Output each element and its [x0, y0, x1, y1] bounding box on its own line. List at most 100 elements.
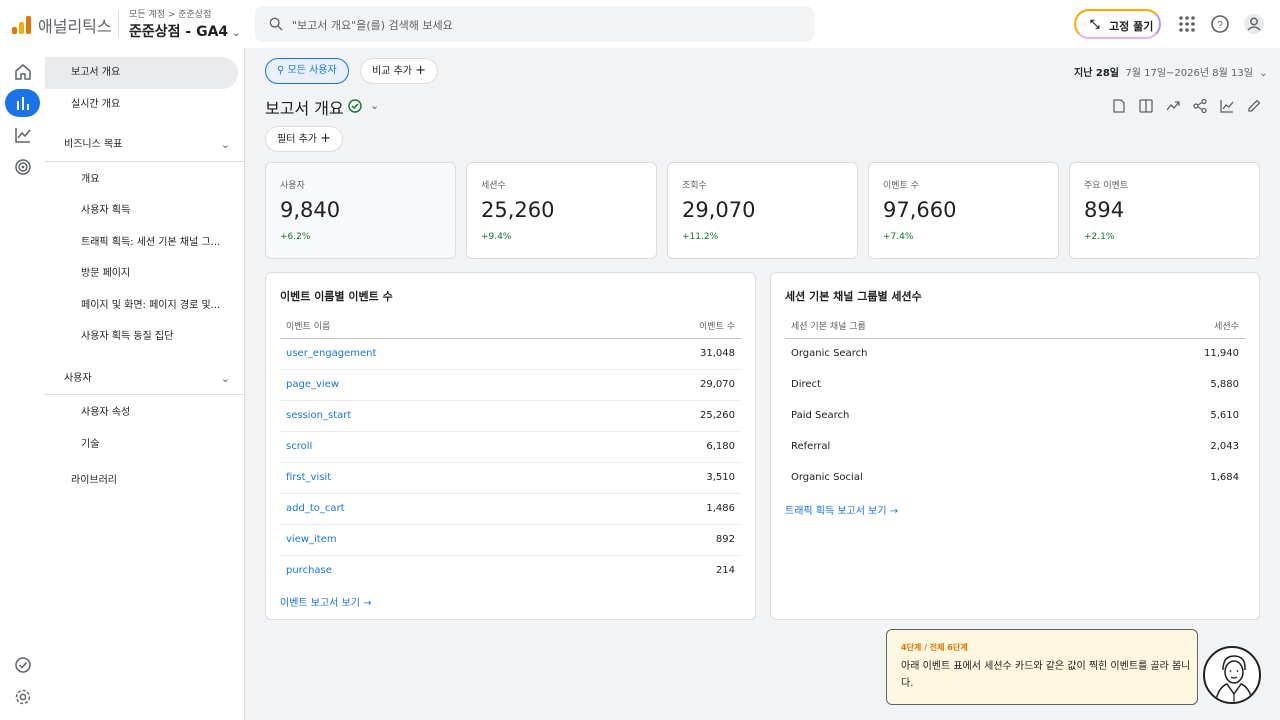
sidebar-item-pages-and-screens[interactable]: 페이지 및 화면: 페이지 경로 및...	[45, 290, 238, 322]
table-row: session_start 25,260	[280, 401, 741, 432]
search-input[interactable]: "보고서 개요"을(를) 검색해 보세요	[255, 6, 814, 42]
title-chevron-down-icon[interactable]: ⌄	[370, 99, 379, 112]
kpi-card-sessions[interactable]: 세션수 25,260 +9.4%	[466, 162, 657, 259]
kpi-card-users[interactable]: 사용자 9,840 +6.2%	[265, 162, 456, 259]
segment-chip-label: 모든 사용자	[287, 65, 337, 76]
chevron-down-icon: ⌄	[220, 372, 230, 385]
event-name-link[interactable]: add_to_cart	[286, 494, 345, 524]
property-name: 준준상점 - GA4	[129, 24, 229, 40]
session-count: 11,940	[1204, 348, 1239, 359]
date-range-label: 지난 28일	[1074, 68, 1119, 79]
sidebar-divider	[45, 394, 245, 395]
link-label: 트래픽 획득 보고서 보기	[785, 506, 887, 517]
share-icon[interactable]	[1192, 98, 1208, 114]
analytics-logo-icon[interactable]	[12, 14, 32, 34]
view-events-report-link[interactable]: 이벤트 보고서 보기 →	[280, 594, 372, 609]
event-count: 6,180	[706, 441, 735, 452]
kpi-label: 사용자	[280, 181, 305, 191]
event-name-link[interactable]: first_visit	[286, 463, 331, 493]
date-range-picker[interactable]: 지난 28일 7월 17일~2026년 8월 13일 ⌄	[1074, 64, 1268, 79]
search-placeholder: "보고서 개요"을(를) 검색해 보세요	[292, 19, 453, 32]
sidebar-item-realtime[interactable]: 실시간 개요	[45, 89, 238, 121]
unpin-button[interactable]: ⤡ 고정 풀기	[1074, 9, 1161, 39]
sidebar-section-business-objectives[interactable]: 비즈니스 목표 ⌄	[45, 129, 238, 161]
account-avatar-icon[interactable]	[1243, 13, 1265, 35]
settings-gear-icon[interactable]	[5, 683, 40, 711]
event-count: 1,486	[706, 503, 735, 514]
app-name[interactable]: 애널리틱스	[38, 13, 112, 37]
edit-pencil-icon[interactable]	[1246, 98, 1262, 114]
tutorial-message: 아래 이벤트 표에서 세션수 카드와 같은 값이 찍힌 이벤트를 골라 봅니다.	[901, 661, 1191, 689]
table-row: Organic Social 1,684	[785, 463, 1245, 494]
kpi-label: 조회수	[682, 181, 707, 191]
add-filter-button[interactable]: 필터 추가 +	[265, 126, 344, 152]
add-comparison-button[interactable]: 비교 추가 +	[360, 58, 439, 84]
add-comparison-label: 비교 추가	[372, 66, 412, 77]
column-header-event-name[interactable]: 이벤트 이름	[286, 319, 330, 332]
column-header-sessions[interactable]: 세션수	[1214, 319, 1239, 332]
chevron-down-icon: ⌄	[232, 28, 241, 39]
table-row: purchase 214	[280, 556, 741, 587]
sidebar-item-user-attributes[interactable]: 사용자 속성	[45, 397, 238, 429]
sidebar-item-overview[interactable]: 개요	[45, 164, 238, 196]
card-title: 이벤트 이름별 이벤트 수	[280, 290, 393, 303]
apps-grid-icon[interactable]	[1176, 13, 1198, 35]
nav-rail	[0, 48, 45, 720]
sidebar-section-label: 비즈니스 목표	[64, 139, 123, 150]
kpi-card-key-events[interactable]: 주요 이벤트 894 +2.1%	[1069, 162, 1260, 259]
segment-chip-all-users[interactable]: ⚲ 모든 사용자	[265, 58, 349, 84]
sidebar-item-traffic-acquisition[interactable]: 트래픽 획득: 세션 기본 채널 그...	[45, 227, 238, 259]
event-count: 29,070	[700, 379, 735, 390]
chart-line-icon[interactable]	[1219, 98, 1235, 114]
view-traffic-acquisition-report-link[interactable]: 트래픽 획득 보고서 보기 →	[785, 502, 898, 517]
channel-name: Referral	[791, 441, 831, 452]
event-name-link[interactable]: view_item	[286, 525, 337, 555]
insights-trend-icon[interactable]	[1165, 98, 1181, 114]
session-count: 1,684	[1210, 472, 1239, 483]
column-header-event-count[interactable]: 이벤트 수	[699, 319, 735, 332]
property-selector[interactable]: 준준상점 - GA4 ⌄	[129, 21, 241, 41]
report-sidebar: 보고서 개요 실시간 개요 비즈니스 목표 ⌄ 개요 사용자 획득 트래픽 획득…	[45, 48, 245, 720]
sidebar-item-reports-snapshot[interactable]: 보고서 개요	[45, 57, 238, 89]
event-name-link[interactable]: scroll	[286, 432, 312, 462]
channel-name: Organic Search	[791, 348, 868, 359]
unpin-button-label: 고정 풀기	[1109, 20, 1154, 33]
sidebar-divider	[45, 161, 245, 162]
advertising-target-icon[interactable]	[5, 153, 40, 181]
sidebar-item-library[interactable]: 라이브러리	[45, 465, 238, 497]
kpi-value: 894	[1084, 198, 1125, 222]
breadcrumb[interactable]: 모든 계정 > 준준상점	[129, 7, 211, 20]
event-name-link[interactable]: purchase	[286, 556, 332, 586]
column-header-channel-group[interactable]: 세션 기본 채널 그룹	[791, 319, 866, 332]
svg-text:?: ?	[1217, 20, 1223, 31]
reports-icon[interactable]	[5, 89, 40, 117]
channels-table-card: 세션 기본 채널 그룹별 세션수 세션 기본 채널 그룹 세션수 Organic…	[770, 272, 1260, 620]
event-count: 892	[715, 534, 735, 545]
event-count: 31,048	[700, 348, 735, 359]
event-name-link[interactable]: page_view	[286, 370, 339, 400]
chevron-down-icon: ⌄	[1259, 68, 1268, 79]
session-count: 5,880	[1210, 379, 1239, 390]
sidebar-item-landing-page[interactable]: 방문 페이지	[45, 258, 238, 290]
help-icon[interactable]: ?	[1209, 13, 1231, 35]
compare-columns-icon[interactable]	[1138, 98, 1154, 114]
kpi-delta: +11.2%	[682, 232, 719, 242]
explore-icon[interactable]	[5, 121, 40, 149]
tutorial-step: 4단계 / 전체 6단계	[901, 643, 968, 652]
kpi-card-views[interactable]: 조회수 29,070 +11.2%	[667, 162, 858, 259]
top-bar: 애널리틱스 모든 계정 > 준준상점 준준상점 - GA4 ⌄ "보고서 개요"을…	[0, 0, 1280, 48]
home-icon[interactable]	[5, 58, 40, 86]
event-name-link[interactable]: user_engagement	[286, 339, 376, 369]
sidebar-item-user-acquisition[interactable]: 사용자 획득	[45, 195, 238, 227]
insights-check-icon[interactable]	[5, 651, 40, 679]
document-icon[interactable]	[1111, 98, 1127, 114]
table-row: user_engagement 31,048	[280, 339, 741, 370]
channel-name: Organic Social	[791, 472, 863, 483]
sidebar-item-tech[interactable]: 기술	[45, 429, 238, 461]
kpi-card-event-count[interactable]: 이벤트 수 97,660 +7.4%	[868, 162, 1059, 259]
sidebar-section-user[interactable]: 사용자 ⌄	[45, 363, 238, 395]
search-icon	[269, 17, 283, 31]
table-header: 세션 기본 채널 그룹 세션수	[785, 313, 1245, 339]
event-name-link[interactable]: session_start	[286, 401, 351, 431]
sidebar-item-user-cohort[interactable]: 사용자 획득 동질 집단	[45, 321, 238, 353]
